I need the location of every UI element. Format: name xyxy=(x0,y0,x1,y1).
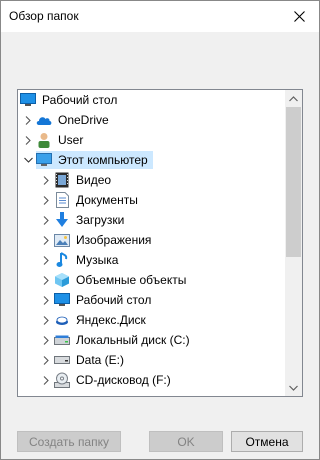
chevron-right-icon[interactable] xyxy=(38,310,54,330)
tree-item[interactable]: Data (E:) xyxy=(18,350,286,370)
ok-button[interactable]: OK xyxy=(149,431,223,452)
tree-item[interactable]: Этот компьютер xyxy=(18,150,286,170)
tree-item[interactable]: Яндекс.Диск xyxy=(18,310,286,330)
new-folder-button[interactable]: Создать папку xyxy=(17,431,121,452)
close-button[interactable] xyxy=(279,1,319,32)
chevron-right-icon[interactable] xyxy=(20,130,36,150)
music-icon xyxy=(54,252,70,268)
yandex-disk-icon xyxy=(54,312,70,328)
tree-item-label: Рабочий стол xyxy=(42,93,118,107)
tree-item[interactable]: Рабочий стол xyxy=(18,90,286,110)
tree-item-label: Загрузки xyxy=(76,213,125,227)
tree-item-label: Видео xyxy=(76,173,112,187)
chevron-right-icon[interactable] xyxy=(38,370,54,390)
tree-item[interactable]: Рабочий стол xyxy=(18,290,286,310)
tree-item[interactable]: Музыка xyxy=(18,250,286,270)
folder-tree[interactable]: Рабочий стол OneDrive User Этот компьютер Ви… xyxy=(17,89,303,397)
chevron-right-icon[interactable] xyxy=(38,270,54,290)
chevron-down-icon xyxy=(289,385,298,391)
tree-item-label: Объемные объекты xyxy=(76,273,187,287)
chevron-right-icon[interactable] xyxy=(38,190,54,210)
chevron-right-icon[interactable] xyxy=(38,170,54,190)
scroll-down-button[interactable] xyxy=(285,379,302,396)
tree-item-content[interactable]: Рабочий стол xyxy=(20,91,122,109)
tree-item-label: OneDrive xyxy=(58,113,109,127)
chevron-right-icon[interactable] xyxy=(38,330,54,350)
tree-item-content[interactable]: Объемные объекты xyxy=(54,271,191,289)
documents-icon xyxy=(54,192,70,208)
window-title: Обзор папок xyxy=(9,9,79,23)
tree-item-label: Этот компьютер xyxy=(58,153,148,167)
chevron-up-icon xyxy=(289,95,298,101)
cd-drive-icon xyxy=(54,372,70,388)
desktop-icon xyxy=(54,292,70,308)
tree-item[interactable]: Объемные объекты xyxy=(18,270,286,290)
tree-item[interactable]: OneDrive xyxy=(18,110,286,130)
tree-item-label: Музыка xyxy=(76,253,119,267)
tree-item-content[interactable]: Data (E:) xyxy=(54,351,129,369)
tree-item-content[interactable]: Яндекс.Диск xyxy=(54,311,151,329)
tree-item-label: Локальный диск (C:) xyxy=(76,333,190,347)
ok-label: OK xyxy=(177,434,195,449)
chevron-right-icon[interactable] xyxy=(20,110,36,130)
tree-item-label: Документы xyxy=(76,193,138,207)
chevron-down-icon[interactable] xyxy=(20,150,36,170)
cancel-button[interactable]: Отмена xyxy=(231,431,303,452)
this-pc-icon xyxy=(36,152,52,168)
tree-item-label: Рабочий стол xyxy=(76,293,152,307)
video-icon xyxy=(54,172,70,188)
folder-tree-rows: Рабочий стол OneDrive User Этот компьютер Ви… xyxy=(18,90,286,390)
cancel-label: Отмена xyxy=(245,434,289,449)
tree-item[interactable]: User xyxy=(18,130,286,150)
tree-item-label: User xyxy=(58,133,84,147)
pictures-icon xyxy=(54,232,70,248)
title-bar: Обзор папок xyxy=(1,1,319,32)
user-icon xyxy=(36,132,52,148)
tree-item-content[interactable]: CD-дисковод (F:) xyxy=(54,371,176,389)
tree-item-content[interactable]: User xyxy=(36,131,88,149)
tree-item[interactable]: Изображения xyxy=(18,230,286,250)
tree-item-content[interactable]: Видео xyxy=(54,171,116,189)
downloads-icon xyxy=(54,212,70,228)
scroll-thumb[interactable] xyxy=(286,107,301,257)
tree-item-content[interactable]: Загрузки xyxy=(54,211,129,229)
tree-item-content[interactable]: Рабочий стол xyxy=(54,291,156,309)
chevron-right-icon[interactable] xyxy=(38,230,54,250)
onedrive-icon xyxy=(36,112,52,128)
tree-item[interactable]: Загрузки xyxy=(18,210,286,230)
drive-icon xyxy=(54,352,70,368)
tree-item-content[interactable]: Музыка xyxy=(54,251,123,269)
chevron-right-icon[interactable] xyxy=(38,290,54,310)
vertical-scrollbar[interactable] xyxy=(285,90,302,396)
tree-item-label: Data (E:) xyxy=(76,353,125,367)
tree-item[interactable]: Документы xyxy=(18,190,286,210)
tree-item-content[interactable]: Локальный диск (C:) xyxy=(54,331,195,349)
scroll-up-button[interactable] xyxy=(285,90,302,107)
chevron-right-icon[interactable] xyxy=(38,250,54,270)
tree-item-label: Изображения xyxy=(76,233,152,247)
tree-item[interactable]: Локальный диск (C:) xyxy=(18,330,286,350)
3d-objects-icon xyxy=(54,272,70,288)
tree-item-content[interactable]: Документы xyxy=(54,191,143,209)
tree-item[interactable]: CD-дисковод (F:) xyxy=(18,370,286,390)
chevron-right-icon[interactable] xyxy=(38,350,54,370)
local-disk-icon xyxy=(54,332,70,348)
tree-item-content[interactable]: OneDrive xyxy=(36,111,114,129)
tree-item-label: CD-дисковод (F:) xyxy=(76,373,171,387)
close-icon xyxy=(293,11,305,22)
browse-folders-dialog: Обзор папок Рабочий стол OneDrive User Этот… xyxy=(0,0,320,460)
desktop-icon xyxy=(20,92,36,108)
tree-item[interactable]: Видео xyxy=(18,170,286,190)
new-folder-label: Создать папку xyxy=(29,434,109,449)
chevron-right-icon[interactable] xyxy=(38,210,54,230)
tree-item-content[interactable]: Изображения xyxy=(54,231,156,249)
tree-item-label: Яндекс.Диск xyxy=(76,313,146,327)
tree-item-content[interactable]: Этот компьютер xyxy=(36,151,153,169)
